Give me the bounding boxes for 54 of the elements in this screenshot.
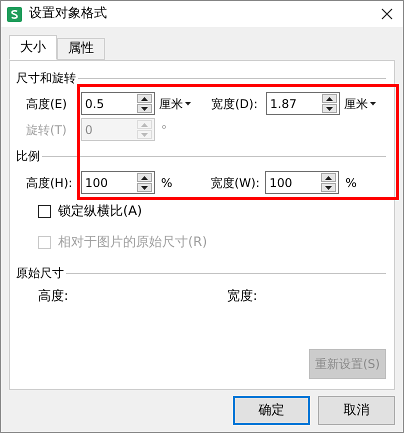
app-logo-icon <box>7 6 22 22</box>
field-label: 旋转(T) <box>26 122 67 138</box>
window-title: 设置对象格式 <box>29 5 108 24</box>
down-arrow-icon <box>141 186 148 190</box>
checkbox[interactable] <box>38 205 51 218</box>
up-arrow-icon <box>141 96 148 100</box>
unit-label: ° <box>161 122 167 138</box>
field-value: 100 <box>85 174 108 192</box>
dialog-button[interactable]: 确定 <box>233 396 310 425</box>
field-value: 100 <box>269 174 292 192</box>
spin-field[interactable]: 0.5 <box>81 92 155 115</box>
spin-down-button[interactable] <box>137 183 152 192</box>
close-icon[interactable] <box>381 8 393 20</box>
dialog-button[interactable]: 取消 <box>318 396 395 425</box>
unit-label: % <box>345 174 357 192</box>
field-label: 高度(H): <box>26 174 72 192</box>
tab[interactable]: 属性 <box>57 38 105 60</box>
checkbox-label: 锁定纵横比(A) <box>58 203 142 221</box>
down-arrow-icon <box>141 106 148 110</box>
field-label: 宽度(W): <box>210 174 260 192</box>
field-label: 高度(E) <box>26 96 67 112</box>
up-arrow-icon <box>141 176 148 180</box>
checkbox-label: 相对于图片的原始尺寸(R) <box>58 234 208 252</box>
spin-up-button[interactable] <box>322 94 337 103</box>
spin-down-button[interactable] <box>137 104 152 113</box>
spin-down-button[interactable] <box>322 104 337 113</box>
original-height-label: 高度: <box>38 288 70 306</box>
down-arrow-icon <box>325 186 332 190</box>
unit-dropdown[interactable]: 厘米 <box>344 94 376 112</box>
spin-up-button[interactable] <box>137 94 152 103</box>
field-label: 宽度(D): <box>211 96 258 112</box>
up-arrow-icon <box>326 96 333 100</box>
spin-up-button[interactable] <box>137 173 152 182</box>
original-width-label: 宽度: <box>227 288 258 306</box>
field-value: 0.5 <box>85 96 104 112</box>
section-title: 尺寸和旋转 <box>16 70 76 87</box>
spin-field[interactable]: 100 <box>81 171 155 194</box>
section-title: 比例 <box>16 148 40 165</box>
spin-up-button[interactable] <box>321 173 336 182</box>
field-value: 1.87 <box>270 96 297 112</box>
caret-icon <box>185 102 191 106</box>
field-value: 0 <box>85 122 93 138</box>
up-arrow-icon <box>325 176 332 180</box>
unit-label: % <box>161 174 172 192</box>
spin-field[interactable]: 1.87 <box>266 92 340 115</box>
down-arrow-icon <box>326 106 333 110</box>
caret-icon <box>370 102 376 106</box>
down-arrow-icon <box>141 132 148 136</box>
spin-down-button[interactable] <box>321 183 336 192</box>
unit-dropdown[interactable]: 厘米 <box>159 94 191 112</box>
tab[interactable]: 大小 <box>9 35 57 60</box>
spin-field[interactable]: 100 <box>265 171 340 194</box>
up-arrow-icon <box>141 122 148 126</box>
section-title: 原始尺寸 <box>16 265 64 282</box>
